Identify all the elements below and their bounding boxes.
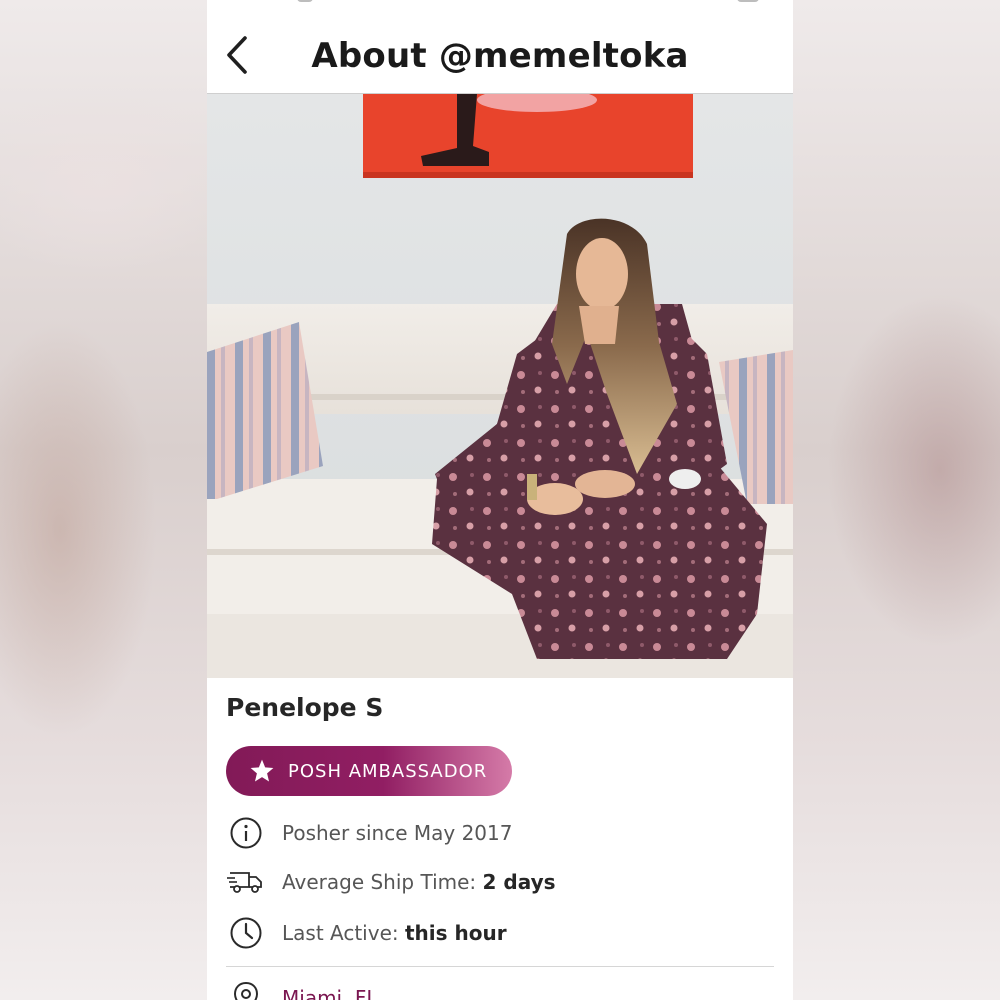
status-bar-fragment	[737, 0, 759, 2]
info-row-location: Miami, FL	[226, 978, 377, 1000]
chevron-left-icon	[224, 35, 250, 79]
posh-ambassador-badge[interactable]: POSH AMBASSADOR	[226, 746, 512, 796]
delivery-truck-icon	[226, 862, 266, 902]
info-text: Average Ship Time: 2 days	[282, 870, 556, 894]
page-title: About @memeltoka	[311, 36, 689, 76]
info-text: Last Active: this hour	[282, 921, 507, 945]
app-screen: About @memeltoka Penelope S POSH AMBASSA…	[207, 0, 793, 1000]
info-row-last-active: Last Active: this hour	[226, 913, 507, 953]
posher-since-text: Posher since May 2017	[282, 821, 513, 845]
last-active-value: this hour	[404, 921, 507, 945]
info-circle-icon	[226, 813, 266, 853]
ship-time-label: Average Ship Time:	[282, 870, 483, 894]
last-active-label: Last Active:	[282, 921, 405, 945]
display-name: Penelope S	[226, 693, 384, 722]
status-bar-fragment	[297, 0, 313, 2]
back-button[interactable]	[217, 34, 257, 80]
info-row-posher-since: Posher since May 2017	[226, 813, 512, 853]
star-icon	[248, 757, 276, 785]
clock-icon	[226, 913, 266, 953]
info-text: Posher since May 2017	[282, 821, 512, 845]
info-row-ship-time: Average Ship Time: 2 days	[226, 862, 556, 902]
ship-time-value: 2 days	[482, 870, 556, 894]
profile-cover-photo	[207, 94, 793, 678]
location-link[interactable]: Miami, FL	[282, 986, 377, 1000]
divider	[226, 966, 774, 967]
navigation-header: About @memeltoka	[207, 0, 793, 94]
badge-label: POSH AMBASSADOR	[288, 760, 488, 782]
location-pin-icon	[226, 978, 266, 1000]
